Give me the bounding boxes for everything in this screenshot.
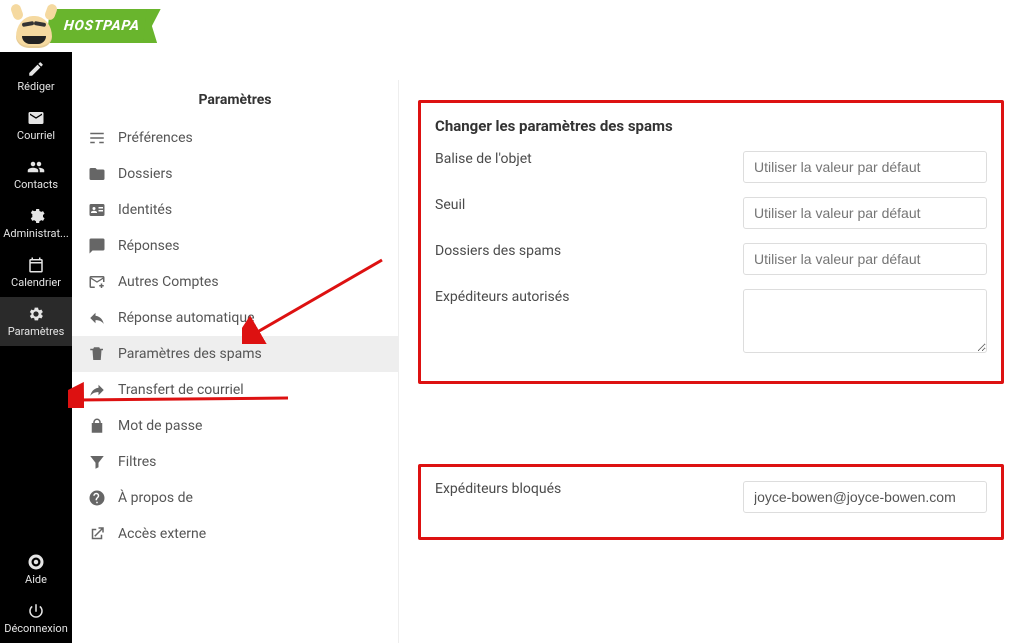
subject-tag-input[interactable] — [743, 151, 987, 183]
settings-item-label: Identités — [118, 202, 172, 218]
settings-item-label: Réponse automatique — [118, 310, 255, 326]
trash-icon — [88, 345, 106, 363]
filter-icon — [88, 453, 106, 471]
settings-item-label: Réponses — [118, 238, 180, 254]
field-blocked-senders: Expéditeurs bloqués — [435, 481, 987, 513]
mail-icon — [27, 109, 45, 127]
help-icon — [88, 489, 106, 507]
rail-help[interactable]: Aide — [0, 545, 72, 594]
settings-item-label: Mot de passe — [118, 418, 202, 434]
brand-logo — [12, 2, 56, 50]
rail-label: Calendrier — [11, 276, 61, 289]
field-subject-tag: Balise de l'objet — [435, 151, 987, 183]
allowed-senders-input[interactable] — [743, 289, 987, 353]
rail-label: Déconnexion — [4, 622, 68, 635]
settings-item-label: Dossiers — [118, 166, 172, 182]
annotation-box-bottom: Expéditeurs bloqués — [418, 464, 1004, 540]
settings-item-external[interactable]: Accès externe — [72, 516, 398, 552]
settings-item-label: Transfert de courriel — [118, 382, 244, 398]
rail-label: Paramètres — [8, 325, 65, 338]
settings-item-about[interactable]: À propos de — [72, 480, 398, 516]
settings-item-accounts[interactable]: Autres Comptes — [72, 264, 398, 300]
settings-item-label: Autres Comptes — [118, 274, 219, 290]
brand-bar: HOSTPAPA — [12, 0, 152, 51]
field-threshold: Seuil — [435, 197, 987, 229]
annotation-box-top: Changer les paramètres des spams Balise … — [418, 100, 1004, 384]
life-ring-icon — [27, 553, 45, 571]
settings-item-label: Filtres — [118, 454, 156, 470]
rail-label: Administrat... — [3, 227, 69, 240]
settings-item-filters[interactable]: Filtres — [72, 444, 398, 480]
settings-item-autoresponder[interactable]: Réponse automatique — [72, 300, 398, 336]
reply-icon — [88, 309, 106, 327]
rail-label: Courriel — [17, 129, 55, 142]
mailbox-icon — [88, 273, 106, 291]
lock-icon — [88, 417, 106, 435]
settings-item-preferences[interactable]: Préférences — [72, 120, 398, 156]
settings-list: Préférences Dossiers Identités Réponses … — [72, 120, 398, 552]
contacts-icon — [27, 158, 45, 176]
rail-logout[interactable]: Déconnexion — [0, 594, 72, 643]
settings-item-folders[interactable]: Dossiers — [72, 156, 398, 192]
rail-label: Rédiger — [17, 80, 54, 93]
threshold-input[interactable] — [743, 197, 987, 229]
settings-panel: Paramètres Préférences Dossiers Identité… — [72, 80, 399, 643]
settings-item-spam[interactable]: Paramètres des spams — [72, 336, 398, 372]
external-link-icon — [88, 525, 106, 543]
settings-item-label: Accès externe — [118, 526, 206, 542]
rail-label: Contacts — [14, 178, 58, 191]
forward-icon — [88, 381, 106, 399]
settings-item-label: À propos de — [118, 490, 193, 506]
rail-contacts[interactable]: Contacts — [0, 150, 72, 199]
settings-item-identities[interactable]: Identités — [72, 192, 398, 228]
rail-mail[interactable]: Courriel — [0, 101, 72, 150]
rail-calendar[interactable]: Calendrier — [0, 248, 72, 297]
blocked-senders-input[interactable] — [743, 481, 987, 513]
chat-icon — [88, 237, 106, 255]
field-label: Expéditeurs autorisés — [435, 289, 727, 305]
left-rail: Rédiger Courriel Contacts Administrat...… — [0, 52, 72, 643]
settings-item-forward[interactable]: Transfert de courriel — [72, 372, 398, 408]
id-card-icon — [88, 201, 106, 219]
folder-icon — [88, 165, 106, 183]
gears-icon — [27, 207, 45, 225]
field-label: Expéditeurs bloqués — [435, 481, 727, 497]
rail-admin[interactable]: Administrat... — [0, 199, 72, 248]
field-spam-folder: Dossiers des spams — [435, 243, 987, 275]
power-icon — [27, 602, 45, 620]
field-allowed-senders: Expéditeurs autorisés — [435, 289, 987, 357]
spam-settings-heading: Changer les paramètres des spams — [435, 117, 987, 135]
brand-name: HOSTPAPA — [46, 9, 153, 43]
field-label: Balise de l'objet — [435, 151, 727, 167]
settings-title: Paramètres — [72, 80, 398, 120]
settings-item-label: Paramètres des spams — [118, 346, 262, 362]
field-label: Seuil — [435, 197, 727, 213]
gear-icon — [27, 305, 45, 323]
rail-label: Aide — [25, 573, 47, 586]
rail-compose[interactable]: Rédiger — [0, 52, 72, 101]
spam-settings-content: Changer les paramètres des spams Balise … — [398, 80, 1024, 643]
sliders-icon — [88, 129, 106, 147]
calendar-icon — [27, 256, 45, 274]
settings-item-password[interactable]: Mot de passe — [72, 408, 398, 444]
rail-settings[interactable]: Paramètres — [0, 297, 72, 346]
settings-item-responses[interactable]: Réponses — [72, 228, 398, 264]
compose-icon — [27, 60, 45, 78]
settings-item-label: Préférences — [118, 130, 193, 146]
field-label: Dossiers des spams — [435, 243, 727, 259]
spam-folder-input[interactable] — [743, 243, 987, 275]
